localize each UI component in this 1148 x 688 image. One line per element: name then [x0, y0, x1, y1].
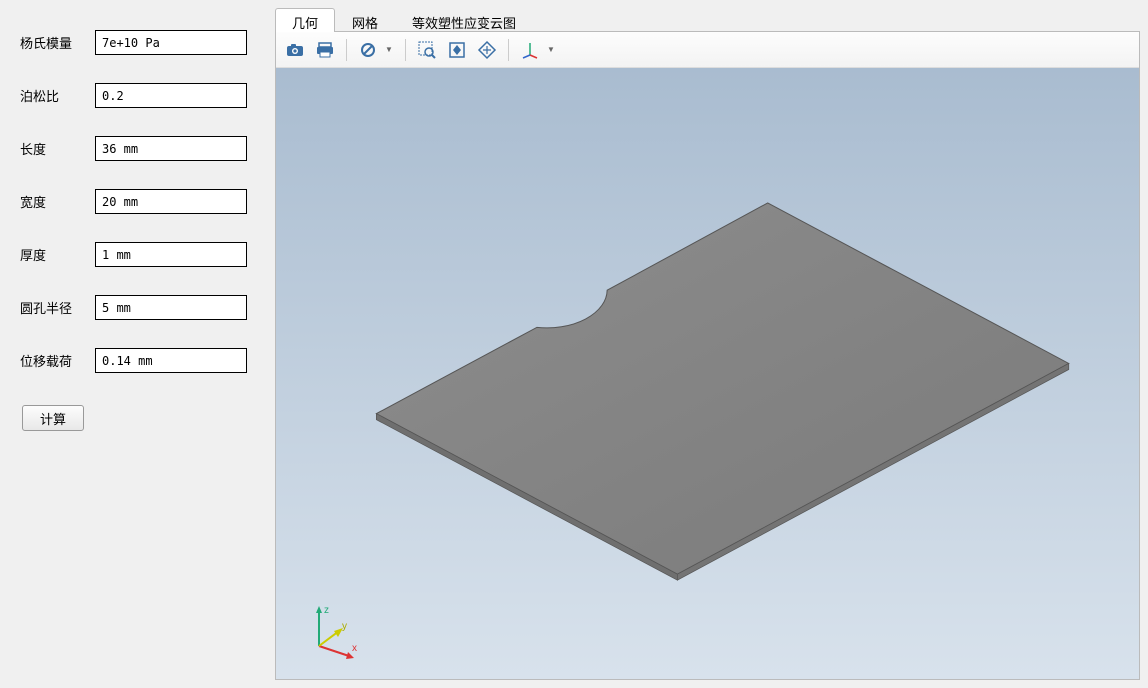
tab-plastic-strain[interactable]: 等效塑性应变云图: [395, 8, 533, 32]
label-thickness: 厚度: [20, 245, 95, 264]
tab-geometry[interactable]: 几何: [275, 8, 335, 32]
tab-mesh[interactable]: 网格: [335, 8, 395, 32]
nodrop-icon[interactable]: [355, 37, 381, 63]
label-width: 宽度: [20, 192, 95, 211]
viewport-toolbar: ▼ ▼: [276, 32, 1139, 68]
axis-z-label: z: [324, 605, 329, 616]
print-icon[interactable]: [312, 37, 338, 63]
zoom-window-icon[interactable]: [414, 37, 440, 63]
plate-geometry: [276, 68, 1139, 679]
compute-button[interactable]: 计算: [22, 405, 84, 431]
label-displacement-load: 位移载荷: [20, 351, 95, 370]
input-youngs-modulus[interactable]: [95, 30, 247, 55]
tab-bar: 几何 网格 等效塑性应变云图: [275, 8, 1140, 32]
camera-icon[interactable]: [282, 37, 308, 63]
axis-x-label: x: [352, 643, 357, 654]
toolbar-separator: [346, 39, 347, 61]
rotate-icon[interactable]: [474, 37, 500, 63]
parameter-panel: 杨氏模量 泊松比 长度 宽度 厚度 圆孔半径 位移载荷 计算: [0, 0, 275, 688]
input-displacement-load[interactable]: [95, 348, 247, 373]
input-poisson-ratio[interactable]: [95, 83, 247, 108]
axis-triad: z x y: [304, 601, 364, 661]
label-youngs-modulus: 杨氏模量: [20, 33, 95, 52]
fit-view-icon[interactable]: [444, 37, 470, 63]
chevron-down-icon[interactable]: ▼: [385, 45, 393, 54]
tab-content-geometry: ▼ ▼: [275, 31, 1140, 680]
input-thickness[interactable]: [95, 242, 247, 267]
label-length: 长度: [20, 139, 95, 158]
result-panel: 几何 网格 等效塑性应变云图 ▼: [275, 0, 1148, 688]
toolbar-separator: [405, 39, 406, 61]
axis-y-label: y: [342, 621, 347, 632]
label-hole-radius: 圆孔半径: [20, 298, 95, 317]
toolbar-separator: [508, 39, 509, 61]
axis-orient-icon[interactable]: [517, 37, 543, 63]
input-width[interactable]: [95, 189, 247, 214]
geometry-viewport[interactable]: z x y: [276, 68, 1139, 679]
input-hole-radius[interactable]: [95, 295, 247, 320]
label-poisson-ratio: 泊松比: [20, 86, 95, 105]
input-length[interactable]: [95, 136, 247, 161]
chevron-down-icon[interactable]: ▼: [547, 45, 555, 54]
